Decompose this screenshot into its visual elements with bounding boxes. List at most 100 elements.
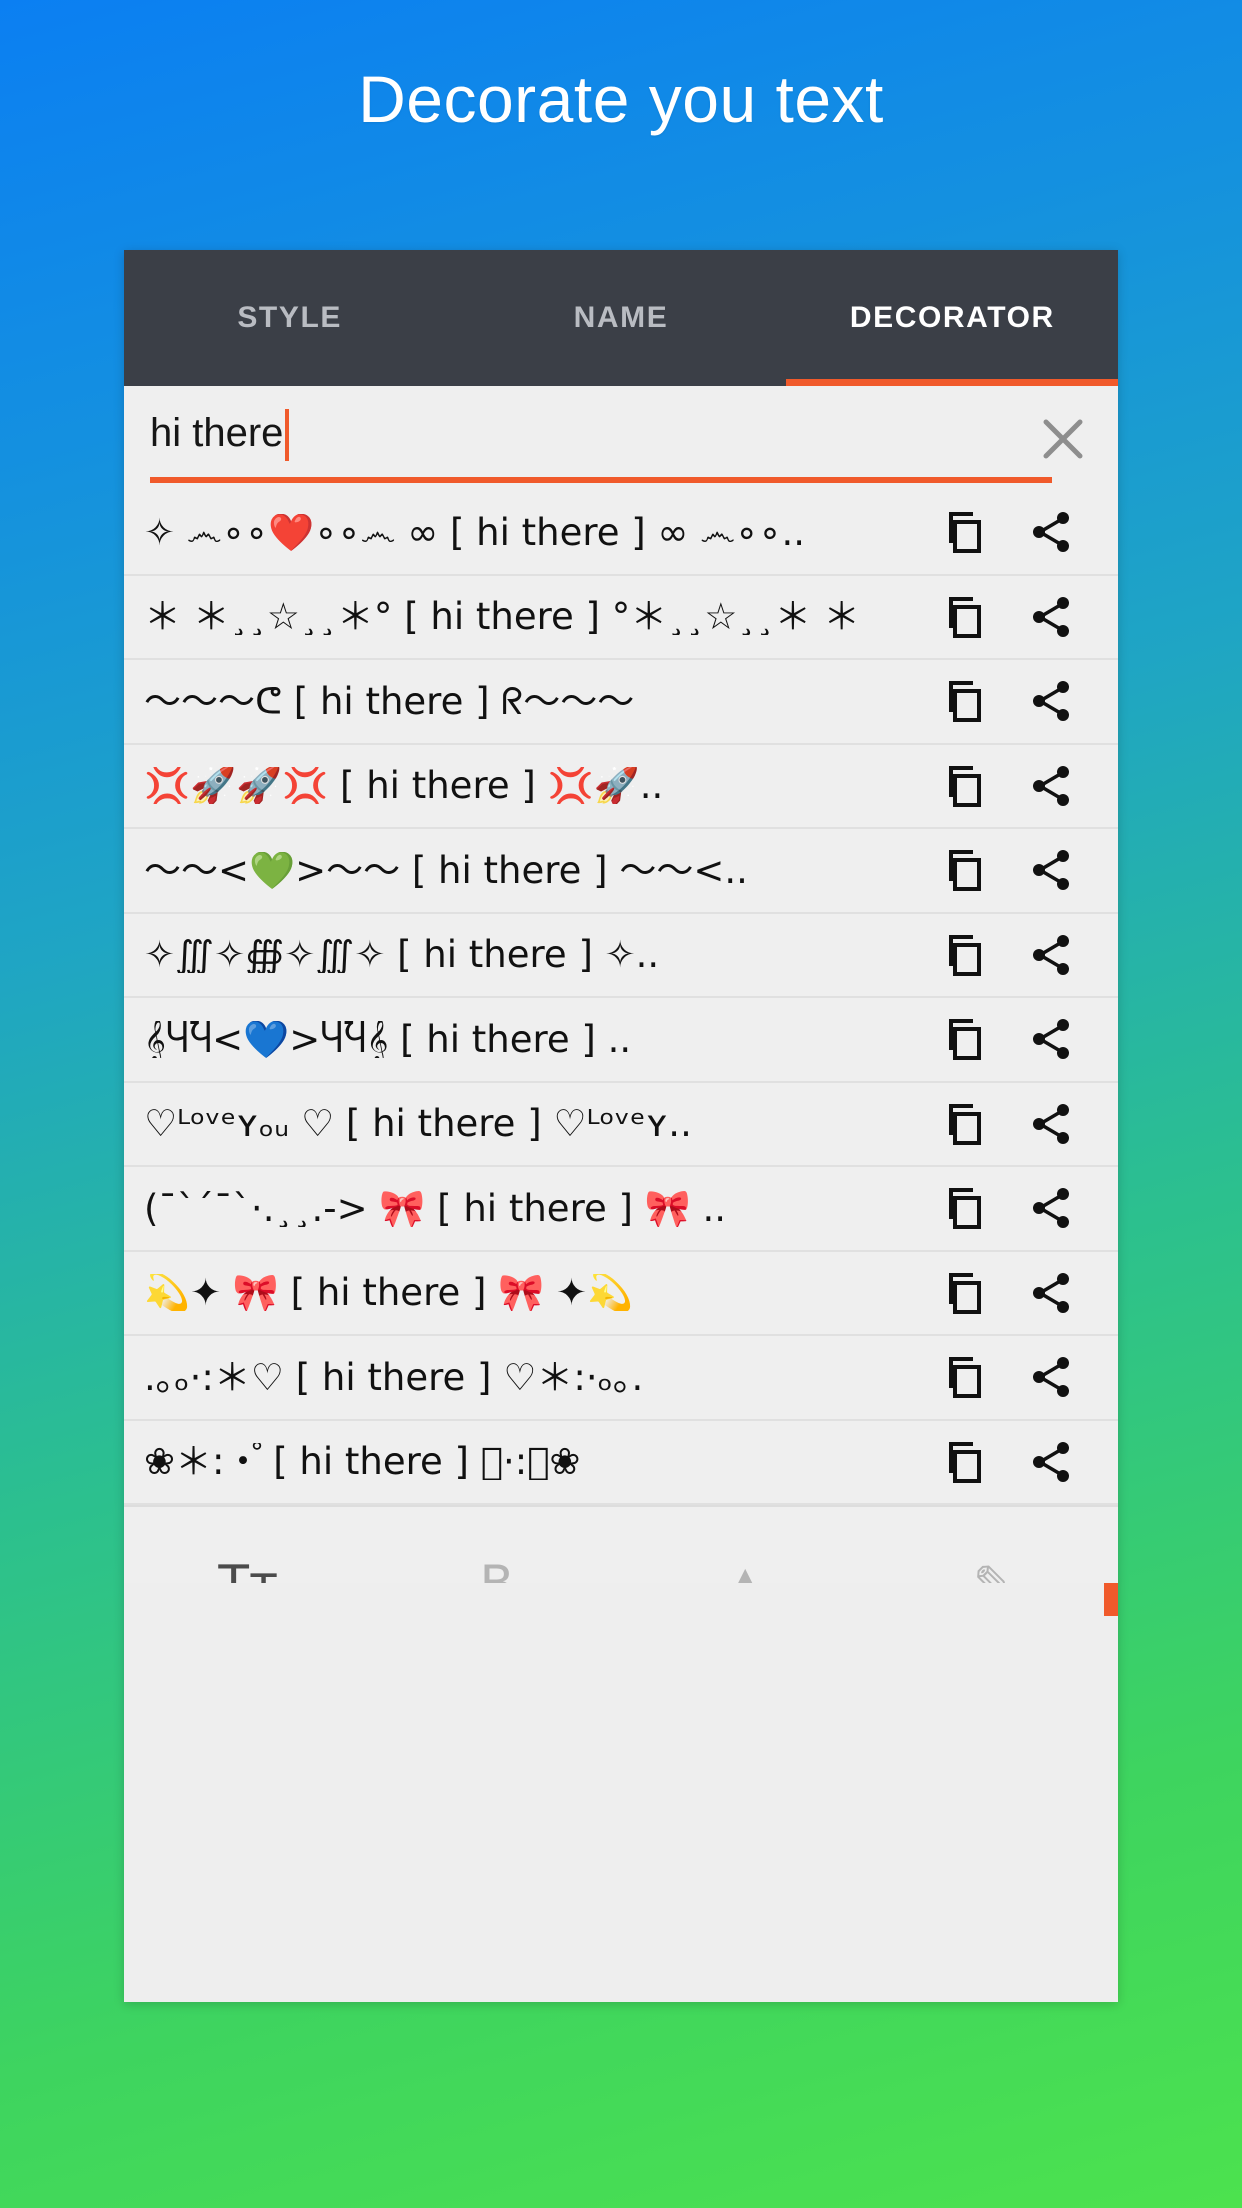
share-icon: [1028, 509, 1074, 555]
color-button[interactable]: ▲: [625, 1507, 865, 1583]
active-tab-indicator: [786, 379, 1118, 386]
share-icon: [1028, 1270, 1074, 1316]
share-button[interactable]: [1008, 1420, 1094, 1504]
bold-icon: B: [480, 1559, 514, 1583]
copy-icon: [942, 1016, 988, 1062]
row-actions: [922, 1166, 1118, 1250]
share-button[interactable]: [1008, 1251, 1094, 1335]
clear-button[interactable]: [1008, 386, 1118, 491]
share-button[interactable]: [1008, 1082, 1094, 1166]
brush-button[interactable]: ✎: [874, 1507, 1114, 1583]
search-input[interactable]: hi there: [150, 386, 1052, 491]
tab-name[interactable]: NAME: [455, 250, 786, 386]
search-row: hi there: [124, 386, 1118, 491]
copy-button[interactable]: [922, 659, 1008, 743]
row-actions: [922, 575, 1118, 659]
decorated-text: ✧ ෴∘∘❤️∘∘෴ ∞ [ hi there ] ∞ ෴∘∘..: [144, 513, 806, 551]
copy-icon: [942, 1185, 988, 1231]
share-button[interactable]: [1008, 913, 1094, 997]
tab-style[interactable]: STYLE: [124, 250, 455, 386]
decorated-text: ～～～ᕦ [ hi there ] ᖇ～～～: [144, 682, 635, 720]
list-item[interactable]: ✧∭✧∰✧∭✧ [ hi there ] ✧..: [124, 913, 1118, 998]
list-item[interactable]: ＊ ＊¸¸☆¸¸＊° [ hi there ] °＊¸¸☆¸¸＊ ＊: [124, 575, 1118, 660]
share-button[interactable]: [1008, 1335, 1094, 1419]
decorated-text: ✧∭✧∰✧∭✧ [ hi there ] ✧..: [144, 936, 660, 974]
tab-decorator[interactable]: DECORATOR: [787, 250, 1118, 386]
copy-icon: [942, 1270, 988, 1316]
copy-icon: [942, 932, 988, 978]
share-button[interactable]: [1008, 997, 1094, 1081]
bold-button[interactable]: B: [377, 1507, 617, 1583]
list-item[interactable]: 💢🚀🚀💢 [ hi there ] 💢🚀..: [124, 744, 1118, 829]
copy-icon: [942, 509, 988, 555]
page-title: Decorate you text: [358, 62, 884, 136]
share-button[interactable]: [1008, 490, 1094, 574]
app-card: STYLE NAME DECORATOR hi there ✧ ෴∘∘❤️∘∘෴…: [124, 250, 1118, 2002]
copy-button[interactable]: [922, 913, 1008, 997]
font-size-button[interactable]: Tᴛ: [128, 1507, 368, 1583]
row-actions: [922, 1420, 1118, 1504]
copy-icon: [942, 763, 988, 809]
list-item[interactable]: (¯`´¯`·.¸¸.-> 🎀 [ hi there ] 🎀 ..: [124, 1167, 1118, 1252]
share-button[interactable]: [1008, 828, 1094, 912]
color-drop-icon: ▲: [726, 1559, 764, 1583]
copy-button[interactable]: [922, 997, 1008, 1081]
list-item[interactable]: .｡ₒ·:＊♡ [ hi there ] ♡＊:·ₒ｡.: [124, 1336, 1118, 1421]
decorated-text: (¯`´¯`·.¸¸.-> 🎀 [ hi there ] 🎀 ..: [144, 1189, 727, 1227]
list-item[interactable]: ～～<💚>～～ [ hi there ] ～～<..: [124, 829, 1118, 914]
text-caret: [285, 408, 290, 461]
row-actions: [922, 1251, 1118, 1335]
decorated-text: 💫✦ 🎀 [ hi there ] 🎀 ✦💫: [144, 1274, 634, 1312]
brush-icon: ✎: [973, 1559, 1015, 1583]
row-actions: [922, 1335, 1118, 1419]
list-item[interactable]: 𝄞ႷႯ<💙>ႷႯ𝄞 [ hi there ] ..: [124, 998, 1118, 1083]
copy-button[interactable]: [922, 744, 1008, 828]
list-item[interactable]: 💫✦ 🎀 [ hi there ] 🎀 ✦💫: [124, 1251, 1118, 1336]
copy-icon: [942, 1354, 988, 1400]
share-icon: [1028, 763, 1074, 809]
tab-bar: STYLE NAME DECORATOR: [124, 250, 1118, 386]
list-item[interactable]: ❀＊:·゚ [ hi there ] ゚·:＊❀: [124, 1420, 1118, 1505]
row-actions: [922, 659, 1118, 743]
decorator-result-list[interactable]: ✧ ෴∘∘❤️∘∘෴ ∞ [ hi there ] ∞ ෴∘∘.. ＊ ＊¸¸☆…: [124, 491, 1118, 1616]
decorated-text: 💢🚀🚀💢 [ hi there ] 💢🚀..: [144, 767, 664, 805]
share-icon: [1028, 1439, 1074, 1485]
share-icon: [1028, 594, 1074, 640]
share-button[interactable]: [1008, 659, 1094, 743]
search-input-value: hi there: [150, 410, 284, 455]
share-button[interactable]: [1008, 744, 1094, 828]
decorated-text: 𝄞ႷႯ<💙>ႷႯ𝄞 [ hi there ] ..: [144, 1020, 632, 1058]
bottom-toolbar: Tᴛ B ▲ ✎: [124, 1505, 1118, 1583]
row-actions: [922, 997, 1118, 1081]
copy-button[interactable]: [922, 1420, 1008, 1504]
share-icon: [1028, 1185, 1074, 1231]
share-button[interactable]: [1008, 1166, 1094, 1250]
font-size-icon: Tᴛ: [218, 1559, 278, 1583]
copy-button[interactable]: [922, 828, 1008, 912]
share-icon: [1028, 1101, 1074, 1147]
row-actions: [922, 828, 1118, 912]
copy-button[interactable]: [922, 575, 1008, 659]
decorated-text: ～～<💚>～～ [ hi there ] ～～<..: [144, 851, 748, 889]
copy-button[interactable]: [922, 1166, 1008, 1250]
copy-button[interactable]: [922, 1335, 1008, 1419]
row-actions: [922, 913, 1118, 997]
close-icon: [1037, 413, 1089, 465]
row-actions: [922, 744, 1118, 828]
copy-button[interactable]: [922, 1082, 1008, 1166]
copy-button[interactable]: [922, 490, 1008, 574]
search-underline: [150, 477, 1052, 483]
decorated-text: ＊ ＊¸¸☆¸¸＊° [ hi there ] °＊¸¸☆¸¸＊ ＊: [144, 598, 861, 636]
copy-icon: [942, 1101, 988, 1147]
list-item[interactable]: ✧ ෴∘∘❤️∘∘෴ ∞ [ hi there ] ∞ ෴∘∘..: [124, 491, 1118, 576]
share-icon: [1028, 932, 1074, 978]
row-actions: [922, 1082, 1118, 1166]
share-button[interactable]: [1008, 575, 1094, 659]
share-icon: [1028, 1354, 1074, 1400]
list-item[interactable]: ～～～ᕦ [ hi there ] ᖇ～～～: [124, 660, 1118, 745]
share-icon: [1028, 847, 1074, 893]
copy-icon: [942, 1439, 988, 1485]
share-icon: [1028, 678, 1074, 724]
list-item[interactable]: ♡ᴸᵒᵛᵉʏₒᵤ ♡ [ hi there ] ♡ᴸᵒᵛᵉʏ..: [124, 1082, 1118, 1167]
copy-button[interactable]: [922, 1251, 1008, 1335]
